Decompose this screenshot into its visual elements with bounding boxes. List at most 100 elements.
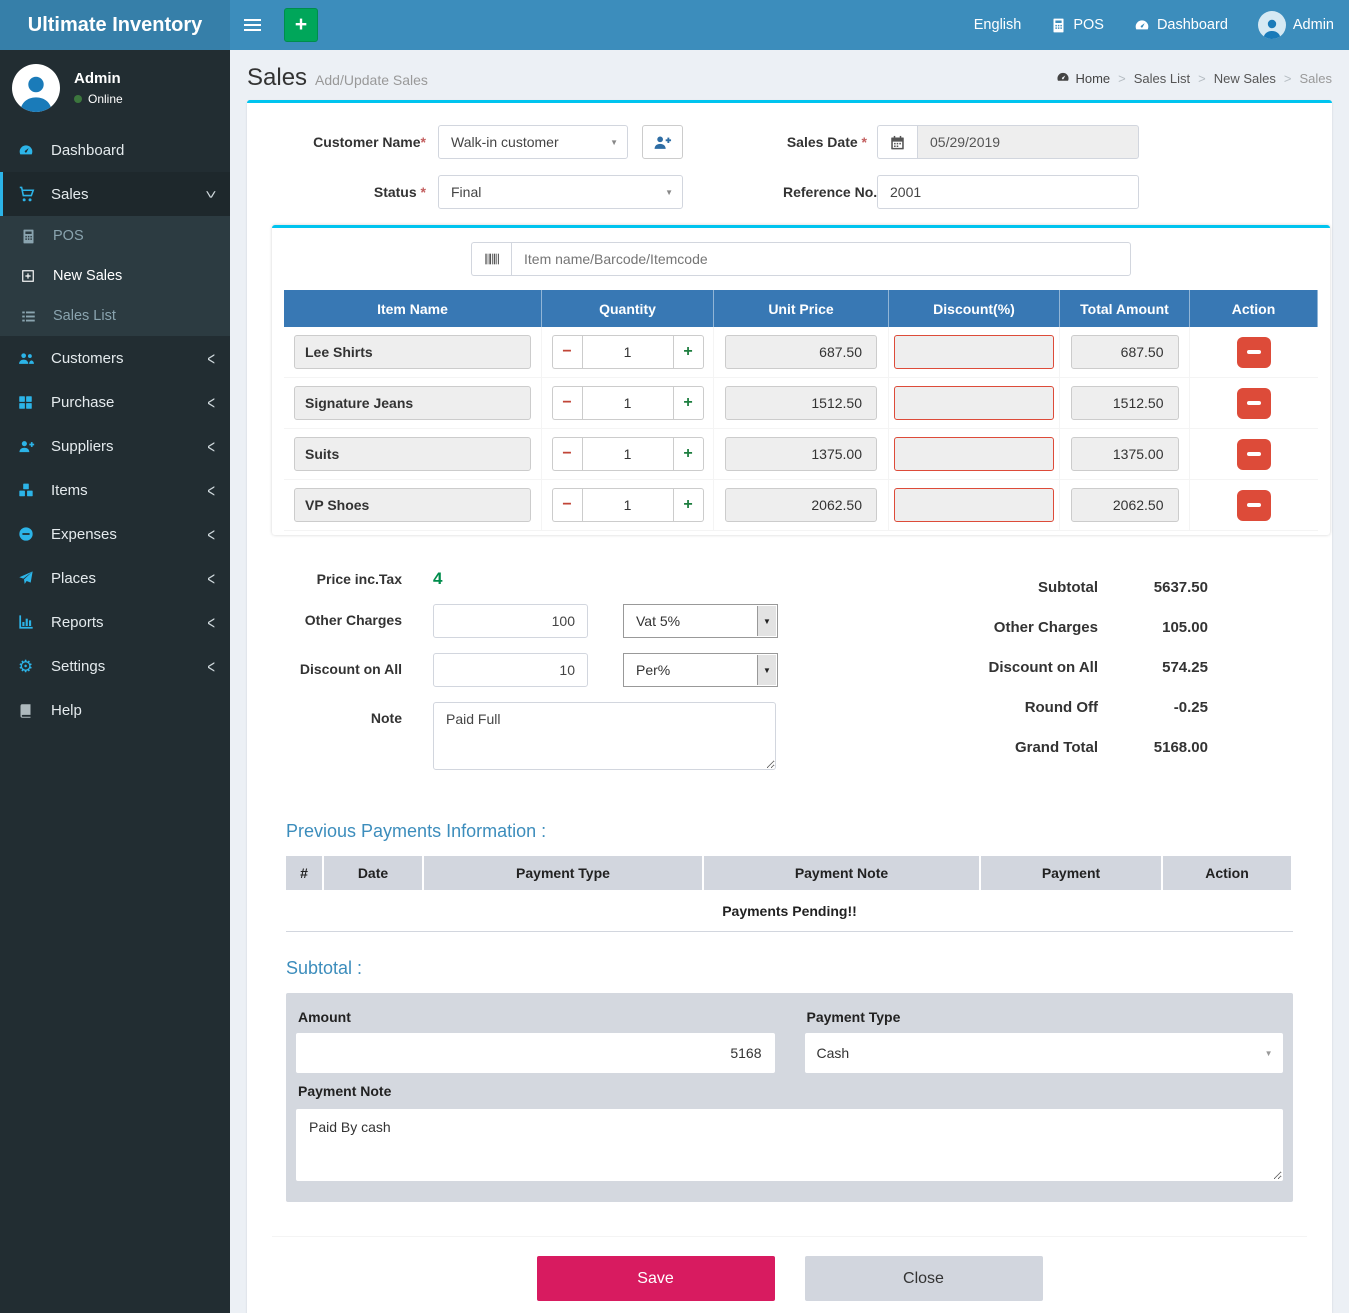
nav-dashboard[interactable]: Dashboard	[1134, 17, 1228, 33]
dashboard-icon	[1134, 17, 1150, 33]
sidebar-subitem-pos[interactable]: POS	[0, 216, 230, 256]
sidebar-item-items[interactable]: Items <	[0, 468, 230, 512]
sidebar-subitem-sales-list[interactable]: Sales List	[0, 296, 230, 336]
chevron-left-icon: <	[207, 612, 215, 633]
items-panel: Item Name Quantity Unit Price Discount(%…	[272, 225, 1330, 535]
close-button[interactable]: Close	[805, 1256, 1043, 1301]
sidebar-item-dashboard[interactable]: Dashboard	[0, 128, 230, 172]
chevron-left-icon: <	[207, 656, 215, 677]
discount-total-value: 574.25	[1098, 659, 1208, 676]
user-avatar-icon	[1258, 11, 1286, 39]
actions-bar: Save Close	[272, 1236, 1307, 1313]
qty-increase-button[interactable]: +	[674, 488, 704, 522]
remove-item-button[interactable]	[1237, 337, 1271, 368]
qty-input[interactable]	[582, 335, 674, 369]
brand-logo[interactable]: Ultimate Inventory	[0, 0, 230, 50]
discount-input[interactable]	[894, 488, 1054, 522]
plus-square-icon	[21, 269, 43, 283]
sales-form-panel: Customer Name* Walk-in customer▼ Sales D…	[247, 100, 1332, 1313]
payment-note-textarea[interactable]: Paid By cash	[296, 1109, 1283, 1181]
unit-price-input	[725, 386, 877, 420]
page-subtitle: Add/Update Sales	[315, 72, 428, 88]
breadcrumb-sales-list[interactable]: Sales List	[1134, 71, 1190, 86]
add-customer-button[interactable]	[642, 125, 683, 159]
other-charges-type-select[interactable]: Vat 5%▼	[623, 604, 778, 638]
sidebar-item-expenses[interactable]: Expenses <	[0, 512, 230, 556]
total-amount-input	[1071, 335, 1179, 369]
sales-submenu: POS New Sales Sales List	[0, 216, 230, 336]
other-charges-input[interactable]	[433, 604, 588, 638]
sidebar-item-settings[interactable]: ⚙ Settings <	[0, 644, 230, 688]
discount-input[interactable]	[894, 386, 1054, 420]
discount-type-select[interactable]: Per%▼	[623, 653, 778, 687]
sidebar-item-sales[interactable]: Sales <	[0, 172, 230, 216]
qty-increase-button[interactable]: +	[674, 335, 704, 369]
qty-decrease-button[interactable]: −	[552, 437, 582, 471]
qty-decrease-button[interactable]: −	[552, 488, 582, 522]
remove-item-button[interactable]	[1237, 490, 1271, 521]
content-area: SalesAdd/Update Sales Home > Sales List …	[230, 0, 1349, 1313]
payment-note-label: Payment Note	[298, 1083, 1283, 1099]
gears-icon: ⚙	[18, 658, 40, 675]
qty-decrease-button[interactable]: −	[552, 386, 582, 420]
nav-pos[interactable]: POS	[1051, 17, 1104, 33]
sidebar-toggle-icon[interactable]	[244, 0, 272, 50]
col-header-total: Total Amount	[1060, 290, 1190, 327]
calendar-icon	[877, 125, 917, 159]
discount-input[interactable]	[894, 437, 1054, 471]
breadcrumb-home[interactable]: Home	[1056, 70, 1110, 87]
sidebar-item-suppliers[interactable]: Suppliers <	[0, 424, 230, 468]
save-button[interactable]: Save	[537, 1256, 775, 1301]
reference-input[interactable]	[877, 175, 1139, 209]
minus-icon	[1247, 452, 1261, 456]
content-header: SalesAdd/Update Sales Home > Sales List …	[230, 50, 1349, 100]
qty-decrease-button[interactable]: −	[552, 335, 582, 369]
sidebar-item-places[interactable]: Places <	[0, 556, 230, 600]
breadcrumb-new-sales[interactable]: New Sales	[1214, 71, 1276, 86]
discount-input[interactable]	[894, 335, 1054, 369]
amount-label: Amount	[298, 1009, 775, 1025]
qty-input[interactable]	[582, 488, 674, 522]
grand-total-label: Grand Total	[896, 739, 1098, 756]
pay-col-date: Date	[324, 856, 424, 892]
subtotal-label: Subtotal	[896, 579, 1098, 596]
online-dot-icon	[74, 95, 82, 103]
qty-increase-button[interactable]: +	[674, 386, 704, 420]
sidebar-subitem-new-sales[interactable]: New Sales	[0, 256, 230, 296]
sales-date-label: Sales Date *	[783, 134, 877, 150]
item-name-input	[294, 335, 531, 369]
previous-payments-table: # Date Payment Type Payment Note Payment…	[286, 856, 1293, 932]
status-label: Status *	[272, 184, 438, 200]
language-menu[interactable]: English	[974, 17, 1022, 33]
select-arrow-icon: ▼	[757, 606, 776, 636]
remove-item-button[interactable]	[1237, 388, 1271, 419]
quick-add-button[interactable]: +	[284, 8, 318, 42]
sidebar-item-reports[interactable]: Reports <	[0, 600, 230, 644]
qty-input[interactable]	[582, 437, 674, 471]
customer-select[interactable]: Walk-in customer▼	[438, 125, 628, 159]
cubes-icon	[18, 482, 40, 498]
sidebar-item-purchase[interactable]: Purchase <	[0, 380, 230, 424]
status-select[interactable]: Final▼	[438, 175, 683, 209]
chevron-down-icon: <	[201, 190, 222, 198]
sidebar-item-help[interactable]: Help	[0, 688, 230, 732]
amount-input[interactable]	[296, 1033, 775, 1073]
pay-col-action: Action	[1163, 856, 1293, 892]
sidebar-user-status: Online	[74, 92, 123, 106]
item-search-input[interactable]	[511, 242, 1131, 276]
user-menu[interactable]: Admin	[1258, 11, 1334, 39]
sales-date-input[interactable]	[917, 125, 1139, 159]
payment-type-select[interactable]: Cash▼	[805, 1033, 1283, 1073]
qty-increase-button[interactable]: +	[674, 437, 704, 471]
col-header-quantity: Quantity	[542, 290, 714, 327]
discount-on-all-input[interactable]	[433, 653, 588, 687]
sidebar-avatar	[12, 64, 60, 112]
remove-item-button[interactable]	[1237, 439, 1271, 470]
qty-input[interactable]	[582, 386, 674, 420]
total-amount-input	[1071, 488, 1179, 522]
unit-price-input	[725, 488, 877, 522]
sidebar-item-customers[interactable]: Customers <	[0, 336, 230, 380]
chevron-left-icon: <	[207, 568, 215, 589]
note-textarea[interactable]: Paid Full	[433, 702, 776, 770]
page-title: Sales	[247, 64, 307, 91]
